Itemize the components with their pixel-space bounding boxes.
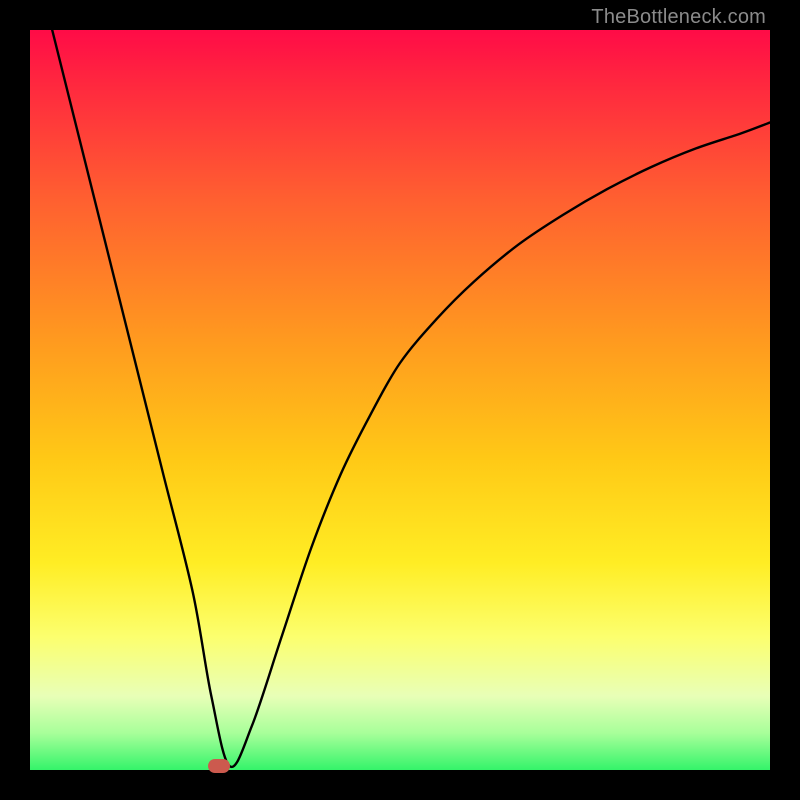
- chart-frame: TheBottleneck.com: [0, 0, 800, 800]
- chart-curve: [30, 30, 770, 770]
- minimum-marker: [208, 759, 230, 773]
- watermark-text: TheBottleneck.com: [591, 6, 766, 29]
